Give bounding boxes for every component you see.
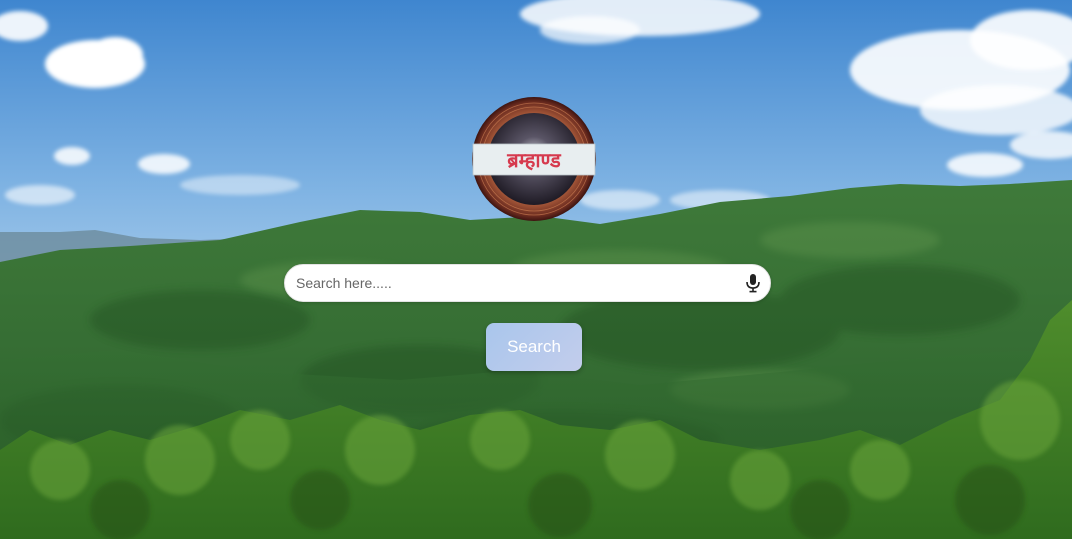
logo-text: ब्रम्हाण्ड xyxy=(506,148,562,172)
search-input[interactable] xyxy=(296,265,726,301)
microphone-icon[interactable] xyxy=(744,273,762,293)
search-button[interactable]: Search xyxy=(486,323,582,371)
brand-logo: ब्रम्हाण्ड xyxy=(472,97,596,221)
search-home-page: ब्रम्हाण्ड Search xyxy=(0,0,1072,539)
search-bar xyxy=(284,264,771,302)
